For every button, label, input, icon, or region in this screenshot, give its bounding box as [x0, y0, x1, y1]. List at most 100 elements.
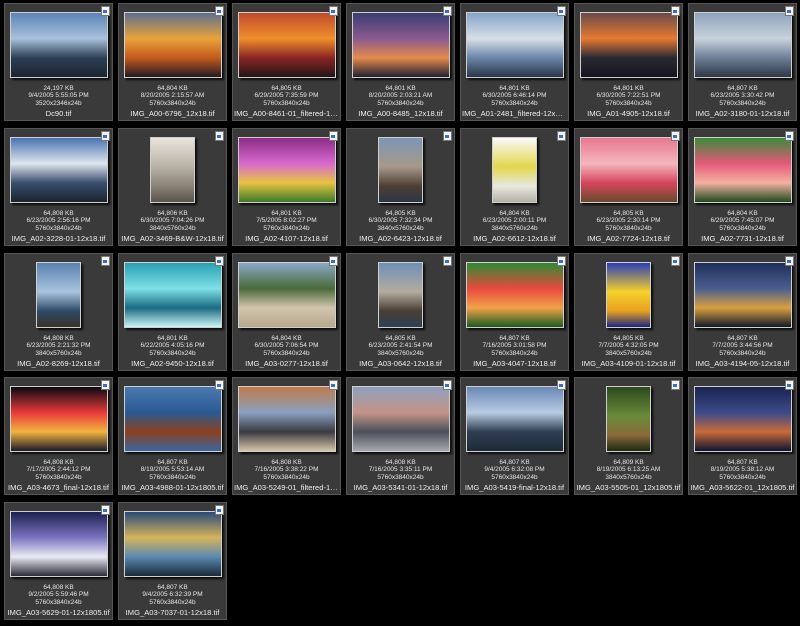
file-type-icon [557, 380, 566, 390]
file-name[interactable]: IMG_A02-7724-12x18.tif [576, 234, 681, 243]
thumbnail-photo[interactable] [123, 511, 222, 577]
thumbnail-photo[interactable] [465, 262, 564, 328]
file-name[interactable]: IMG_A02-6423-12x18.tif [348, 234, 453, 243]
thumbnail-tile[interactable]: 64,805 KB 6/30/2005 7:32:34 PM 3840x5760x2… [346, 128, 455, 246]
thumbnail-photo[interactable] [9, 12, 108, 78]
file-name[interactable]: IMG_A03-5341-01-12x18.tif [348, 483, 453, 492]
file-name[interactable]: IMG_A03-5505-01_12x1805.tif [576, 483, 681, 492]
thumbnail-tile[interactable]: 64,805 KB 6/23/2005 2:41:54 PM 3840x5760x2… [346, 253, 455, 371]
thumbnail-tile[interactable]: 64,805 KB 6/29/2005 7:35:59 PM 5760x3840x2… [232, 3, 341, 121]
thumbnail-tile[interactable]: 64,808 KB 6/23/2005 2:21:32 PM 3840x5760x2… [4, 253, 113, 371]
file-size: 64,801 KB [499, 85, 530, 92]
thumbnail-photo[interactable] [123, 12, 222, 78]
thumbnail-image-area [691, 256, 794, 334]
thumbnail-tile[interactable]: 64,807 KB 8/19/2005 5:53:14 AM 5760x3840x2… [118, 377, 227, 495]
thumbnail-image-area [463, 131, 566, 209]
thumbnail-photo[interactable] [465, 12, 564, 78]
file-name[interactable]: IMG_A02-3469-B&W-12x18.tif [120, 234, 225, 243]
thumbnail-tile[interactable]: 64,808 KB 7/16/2005 3:35:11 PM 5760x3840x2… [346, 377, 455, 495]
file-name[interactable]: IMG_A00-8485_12x18.tif [348, 109, 453, 118]
thumbnail-photo[interactable] [9, 386, 108, 452]
file-name[interactable]: IMG_A02-3228-01-12x18.tif [6, 234, 111, 243]
thumbnail-photo[interactable] [693, 262, 792, 328]
thumbnail-tile[interactable]: 64,804 KB 6/23/2005 2:00:11 PM 3840x5760x2… [460, 128, 569, 246]
file-name[interactable]: IMG_A02-7731-12x18.tif [690, 234, 795, 243]
file-name[interactable]: IMG_A03-4109-01-12x18.tif [576, 359, 681, 368]
thumbnail-tile[interactable]: 64,807 KB 7/7/2005 3:44:56 PM 5760x3840x24… [688, 253, 797, 371]
thumbnail-tile[interactable]: 64,804 KB 8/20/2005 2:15:57 AM 5760x3840x2… [118, 3, 227, 121]
thumbnail-tile[interactable]: 64,808 KB 7/17/2005 2:44:12 PM 5760x3840x2… [4, 377, 113, 495]
file-name[interactable]: IMG_A03-5622-01_12x1805.tif [690, 483, 795, 492]
thumbnail-tile[interactable]: 64,805 KB 7/7/2005 4:32:05 PM 3840x5760x24… [574, 253, 683, 371]
file-name[interactable]: IMG_A01-4905-12x18.tif [576, 109, 681, 118]
file-size: 64,805 KB [613, 335, 644, 342]
thumbnail-photo[interactable] [123, 386, 222, 452]
file-name[interactable]: IMG_A03-0277-12x18.tif [234, 359, 339, 368]
file-date: 6/23/2005 2:00:11 PM [482, 217, 547, 225]
thumbnail-tile[interactable]: 64,807 KB 6/23/2005 3:30:42 PM 5760x3840x2… [688, 3, 797, 121]
file-name[interactable]: Dc90.tif [6, 109, 111, 118]
thumbnail-tile[interactable]: 64,805 KB 6/23/2005 2:30:14 PM 5760x3840x2… [574, 128, 683, 246]
thumbnail-photo[interactable] [9, 511, 108, 577]
thumbnail-tile[interactable]: 64,808 KB 6/23/2005 2:56:16 PM 5760x3840x2… [4, 128, 113, 246]
file-name[interactable]: IMG_A03-5629-01-12x1805.tif [6, 608, 111, 617]
thumbnail-photo[interactable] [123, 262, 222, 328]
thumbnail-tile[interactable]: 64,801 KB 6/30/2005 7:22:51 PM 5760x3840x2… [574, 3, 683, 121]
thumbnail-photo[interactable] [237, 137, 336, 203]
file-name[interactable]: IMG_A03-5419-final-12x18.tif [462, 483, 567, 492]
file-name[interactable]: IMG_A03-5249-01_filtered-12x18.tif [234, 483, 339, 492]
file-type-icon [671, 256, 680, 266]
file-name[interactable]: IMG_A02-6612-12x18.tif [462, 234, 567, 243]
thumbnail-photo[interactable] [693, 12, 792, 78]
thumbnail-tile[interactable]: 64,807 KB 9/4/2005 6:32:08 PM 5760x3840x24… [460, 377, 569, 495]
thumbnail-tile[interactable]: 64,804 KB 6/29/2005 7:45:07 PM 5760x3840x2… [688, 128, 797, 246]
thumbnail-photo[interactable] [606, 386, 651, 452]
file-name[interactable]: IMG_A02-9450-12x18.tif [120, 359, 225, 368]
thumbnail-photo[interactable] [351, 386, 450, 452]
thumbnail-tile[interactable]: 24,197 KB 9/4/2005 5:55:05 PM 3520x2346x24… [4, 3, 113, 121]
thumbnail-tile[interactable]: 64,807 KB 9/4/2005 6:32:39 PM 5760x3840x24… [118, 502, 227, 620]
thumbnail-tile[interactable]: 64,807 KB 8/19/2005 5:38:12 AM 5760x3840x2… [688, 377, 797, 495]
file-name[interactable]: IMG_A03-4047-12x18.tif [462, 359, 567, 368]
thumbnail-photo[interactable] [492, 137, 537, 203]
thumbnail-photo[interactable] [606, 262, 651, 328]
file-size: 24,197 KB [43, 85, 74, 92]
thumbnail-tile[interactable]: 64,807 KB 7/16/2005 3:01:58 PM 5760x3840x2… [460, 253, 569, 371]
thumbnail-tile[interactable]: 64,806 KB 6/30/2005 7:04:26 PM 3840x5760x2… [118, 128, 227, 246]
file-name[interactable]: IMG_A02-8269-12x18.tif [6, 359, 111, 368]
file-name[interactable]: IMG_A03-4988-01-12x1805.tif [120, 483, 225, 492]
thumbnail-tile[interactable]: 64,801 KB 6/22/2005 4:05:16 PM 5760x3840x2… [118, 253, 227, 371]
thumbnail-tile[interactable]: 64,804 KB 6/30/2005 7:06:54 PM 5760x3840x2… [232, 253, 341, 371]
thumbnail-photo[interactable] [693, 386, 792, 452]
thumbnail-photo[interactable] [36, 262, 81, 328]
thumbnail-photo[interactable] [378, 137, 423, 203]
file-name[interactable]: IMG_A00-8461-01_filtered-12x18.tif [234, 109, 339, 118]
file-name[interactable]: IMG_A03-7037-01-12x18.tif [120, 608, 225, 617]
thumbnail-photo[interactable] [237, 12, 336, 78]
thumbnail-tile[interactable]: 64,808 KB 9/2/2005 5:59:46 PM 5760x3840x24… [4, 502, 113, 620]
thumbnail-tile[interactable]: 64,801 KB 7/5/2005 8:02:27 PM 5760x3840x24… [232, 128, 341, 246]
thumbnail-tile[interactable]: 64,808 KB 7/16/2005 3:38:22 PM 5760x3840x2… [232, 377, 341, 495]
file-name[interactable]: IMG_A02-3180-01-12x18.tif [690, 109, 795, 118]
thumbnail-photo[interactable] [465, 386, 564, 452]
thumbnail-photo[interactable] [237, 386, 336, 452]
thumbnail-photo[interactable] [579, 137, 678, 203]
file-name[interactable]: IMG_A01-2481_filtered-12x18.tif [462, 109, 567, 118]
file-name[interactable]: IMG_A03-4673_final-12x18.tif [6, 483, 111, 492]
thumbnail-photo[interactable] [351, 12, 450, 78]
file-name[interactable]: IMG_A03-0642-12x18.tif [348, 359, 453, 368]
thumbnail-photo[interactable] [9, 137, 108, 203]
thumbnail-photo[interactable] [579, 12, 678, 78]
thumbnail-photo[interactable] [378, 262, 423, 328]
thumbnail-tile[interactable]: 64,801 KB 8/20/2005 2:03:21 AM 5760x3840x2… [346, 3, 455, 121]
thumbnail-photo[interactable] [237, 262, 336, 328]
thumbnail-tile[interactable]: 64,809 KB 8/19/2005 6:13:25 AM 3840x5760x2… [574, 377, 683, 495]
thumbnail-photo[interactable] [150, 137, 195, 203]
thumbnail-tile[interactable]: 64,801 KB 6/30/2005 6:46:14 PM 5760x3840x2… [460, 3, 569, 121]
thumbnail-photo[interactable] [693, 137, 792, 203]
file-name[interactable]: IMG_A02-4107-12x18.tif [234, 234, 339, 243]
file-name[interactable]: IMG_A03-4194-05-12x18.tif [690, 359, 795, 368]
file-size: 64,805 KB [385, 210, 416, 217]
file-name[interactable]: IMG_A00-6796_12x18.tif [120, 109, 225, 118]
file-dimensions: 5760x3840x24b [35, 598, 82, 606]
